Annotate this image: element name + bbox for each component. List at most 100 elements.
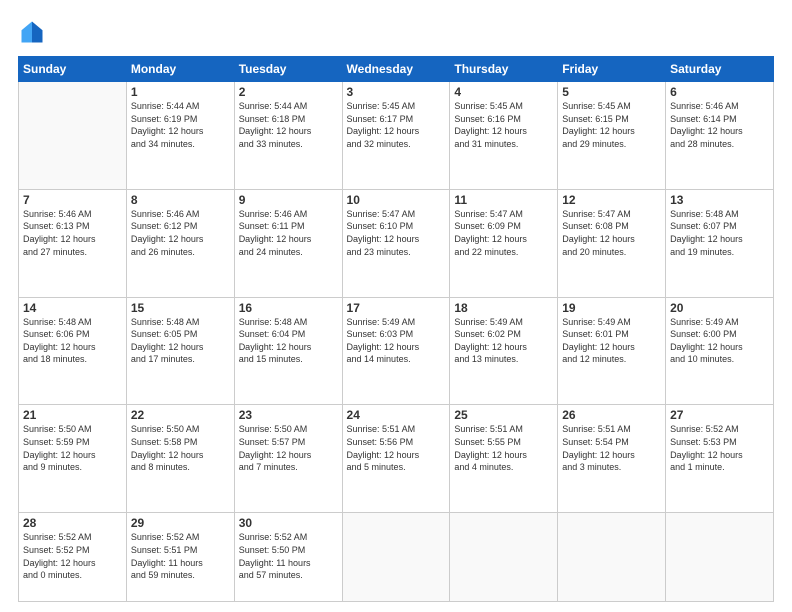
- calendar-cell: [19, 82, 127, 190]
- calendar-cell: 26Sunrise: 5:51 AM Sunset: 5:54 PM Dayli…: [558, 405, 666, 513]
- calendar-cell: 12Sunrise: 5:47 AM Sunset: 6:08 PM Dayli…: [558, 189, 666, 297]
- calendar-cell: 15Sunrise: 5:48 AM Sunset: 6:05 PM Dayli…: [126, 297, 234, 405]
- calendar-cell: 25Sunrise: 5:51 AM Sunset: 5:55 PM Dayli…: [450, 405, 558, 513]
- day-info: Sunrise: 5:49 AM Sunset: 6:01 PM Dayligh…: [562, 316, 661, 366]
- calendar-cell: 18Sunrise: 5:49 AM Sunset: 6:02 PM Dayli…: [450, 297, 558, 405]
- day-info: Sunrise: 5:46 AM Sunset: 6:12 PM Dayligh…: [131, 208, 230, 258]
- day-info: Sunrise: 5:46 AM Sunset: 6:11 PM Dayligh…: [239, 208, 338, 258]
- day-info: Sunrise: 5:46 AM Sunset: 6:13 PM Dayligh…: [23, 208, 122, 258]
- day-info: Sunrise: 5:47 AM Sunset: 6:08 PM Dayligh…: [562, 208, 661, 258]
- day-info: Sunrise: 5:49 AM Sunset: 6:03 PM Dayligh…: [347, 316, 446, 366]
- calendar-cell: 23Sunrise: 5:50 AM Sunset: 5:57 PM Dayli…: [234, 405, 342, 513]
- day-number: 8: [131, 193, 230, 207]
- day-number: 28: [23, 516, 122, 530]
- day-number: 3: [347, 85, 446, 99]
- day-info: Sunrise: 5:46 AM Sunset: 6:14 PM Dayligh…: [670, 100, 769, 150]
- day-number: 29: [131, 516, 230, 530]
- col-header-tuesday: Tuesday: [234, 57, 342, 82]
- day-number: 17: [347, 301, 446, 315]
- calendar-cell: 24Sunrise: 5:51 AM Sunset: 5:56 PM Dayli…: [342, 405, 450, 513]
- day-number: 2: [239, 85, 338, 99]
- day-number: 21: [23, 408, 122, 422]
- calendar-cell: 29Sunrise: 5:52 AM Sunset: 5:51 PM Dayli…: [126, 513, 234, 602]
- day-info: Sunrise: 5:47 AM Sunset: 6:10 PM Dayligh…: [347, 208, 446, 258]
- day-number: 10: [347, 193, 446, 207]
- calendar-cell: 10Sunrise: 5:47 AM Sunset: 6:10 PM Dayli…: [342, 189, 450, 297]
- header: [18, 18, 774, 46]
- calendar-cell: 11Sunrise: 5:47 AM Sunset: 6:09 PM Dayli…: [450, 189, 558, 297]
- day-info: Sunrise: 5:48 AM Sunset: 6:06 PM Dayligh…: [23, 316, 122, 366]
- day-info: Sunrise: 5:48 AM Sunset: 6:07 PM Dayligh…: [670, 208, 769, 258]
- day-info: Sunrise: 5:48 AM Sunset: 6:04 PM Dayligh…: [239, 316, 338, 366]
- calendar-cell: 9Sunrise: 5:46 AM Sunset: 6:11 PM Daylig…: [234, 189, 342, 297]
- calendar-cell: 2Sunrise: 5:44 AM Sunset: 6:18 PM Daylig…: [234, 82, 342, 190]
- calendar-cell: 4Sunrise: 5:45 AM Sunset: 6:16 PM Daylig…: [450, 82, 558, 190]
- logo-icon: [18, 18, 46, 46]
- day-number: 19: [562, 301, 661, 315]
- day-number: 9: [239, 193, 338, 207]
- col-header-sunday: Sunday: [19, 57, 127, 82]
- day-number: 24: [347, 408, 446, 422]
- day-info: Sunrise: 5:50 AM Sunset: 5:57 PM Dayligh…: [239, 423, 338, 473]
- day-info: Sunrise: 5:50 AM Sunset: 5:58 PM Dayligh…: [131, 423, 230, 473]
- day-info: Sunrise: 5:51 AM Sunset: 5:54 PM Dayligh…: [562, 423, 661, 473]
- day-info: Sunrise: 5:45 AM Sunset: 6:16 PM Dayligh…: [454, 100, 553, 150]
- day-info: Sunrise: 5:44 AM Sunset: 6:19 PM Dayligh…: [131, 100, 230, 150]
- calendar-table: SundayMondayTuesdayWednesdayThursdayFrid…: [18, 56, 774, 602]
- day-info: Sunrise: 5:49 AM Sunset: 6:00 PM Dayligh…: [670, 316, 769, 366]
- day-info: Sunrise: 5:49 AM Sunset: 6:02 PM Dayligh…: [454, 316, 553, 366]
- day-info: Sunrise: 5:48 AM Sunset: 6:05 PM Dayligh…: [131, 316, 230, 366]
- day-number: 13: [670, 193, 769, 207]
- day-number: 22: [131, 408, 230, 422]
- calendar-cell: 13Sunrise: 5:48 AM Sunset: 6:07 PM Dayli…: [666, 189, 774, 297]
- week-row-3: 14Sunrise: 5:48 AM Sunset: 6:06 PM Dayli…: [19, 297, 774, 405]
- calendar-cell: 1Sunrise: 5:44 AM Sunset: 6:19 PM Daylig…: [126, 82, 234, 190]
- calendar-cell: 16Sunrise: 5:48 AM Sunset: 6:04 PM Dayli…: [234, 297, 342, 405]
- day-number: 30: [239, 516, 338, 530]
- week-row-1: 1Sunrise: 5:44 AM Sunset: 6:19 PM Daylig…: [19, 82, 774, 190]
- day-number: 16: [239, 301, 338, 315]
- col-header-monday: Monday: [126, 57, 234, 82]
- calendar-cell: 8Sunrise: 5:46 AM Sunset: 6:12 PM Daylig…: [126, 189, 234, 297]
- calendar-cell: 19Sunrise: 5:49 AM Sunset: 6:01 PM Dayli…: [558, 297, 666, 405]
- day-number: 1: [131, 85, 230, 99]
- calendar-cell: 22Sunrise: 5:50 AM Sunset: 5:58 PM Dayli…: [126, 405, 234, 513]
- day-info: Sunrise: 5:45 AM Sunset: 6:15 PM Dayligh…: [562, 100, 661, 150]
- calendar-cell: 30Sunrise: 5:52 AM Sunset: 5:50 PM Dayli…: [234, 513, 342, 602]
- calendar-cell: 27Sunrise: 5:52 AM Sunset: 5:53 PM Dayli…: [666, 405, 774, 513]
- day-info: Sunrise: 5:51 AM Sunset: 5:56 PM Dayligh…: [347, 423, 446, 473]
- day-info: Sunrise: 5:45 AM Sunset: 6:17 PM Dayligh…: [347, 100, 446, 150]
- day-info: Sunrise: 5:52 AM Sunset: 5:53 PM Dayligh…: [670, 423, 769, 473]
- day-info: Sunrise: 5:52 AM Sunset: 5:52 PM Dayligh…: [23, 531, 122, 581]
- calendar-cell: 5Sunrise: 5:45 AM Sunset: 6:15 PM Daylig…: [558, 82, 666, 190]
- day-number: 26: [562, 408, 661, 422]
- day-number: 23: [239, 408, 338, 422]
- calendar-cell: 7Sunrise: 5:46 AM Sunset: 6:13 PM Daylig…: [19, 189, 127, 297]
- week-row-4: 21Sunrise: 5:50 AM Sunset: 5:59 PM Dayli…: [19, 405, 774, 513]
- day-number: 27: [670, 408, 769, 422]
- day-number: 15: [131, 301, 230, 315]
- col-header-wednesday: Wednesday: [342, 57, 450, 82]
- col-header-saturday: Saturday: [666, 57, 774, 82]
- day-info: Sunrise: 5:52 AM Sunset: 5:51 PM Dayligh…: [131, 531, 230, 581]
- calendar-cell: [450, 513, 558, 602]
- day-info: Sunrise: 5:50 AM Sunset: 5:59 PM Dayligh…: [23, 423, 122, 473]
- calendar-cell: 28Sunrise: 5:52 AM Sunset: 5:52 PM Dayli…: [19, 513, 127, 602]
- calendar-header-row: SundayMondayTuesdayWednesdayThursdayFrid…: [19, 57, 774, 82]
- day-info: Sunrise: 5:52 AM Sunset: 5:50 PM Dayligh…: [239, 531, 338, 581]
- day-number: 5: [562, 85, 661, 99]
- calendar-cell: [342, 513, 450, 602]
- day-number: 7: [23, 193, 122, 207]
- calendar-cell: 17Sunrise: 5:49 AM Sunset: 6:03 PM Dayli…: [342, 297, 450, 405]
- week-row-2: 7Sunrise: 5:46 AM Sunset: 6:13 PM Daylig…: [19, 189, 774, 297]
- day-number: 20: [670, 301, 769, 315]
- calendar-cell: 21Sunrise: 5:50 AM Sunset: 5:59 PM Dayli…: [19, 405, 127, 513]
- day-number: 25: [454, 408, 553, 422]
- calendar-cell: 14Sunrise: 5:48 AM Sunset: 6:06 PM Dayli…: [19, 297, 127, 405]
- col-header-friday: Friday: [558, 57, 666, 82]
- day-number: 6: [670, 85, 769, 99]
- day-info: Sunrise: 5:51 AM Sunset: 5:55 PM Dayligh…: [454, 423, 553, 473]
- logo: [18, 18, 50, 46]
- day-number: 4: [454, 85, 553, 99]
- calendar-cell: [558, 513, 666, 602]
